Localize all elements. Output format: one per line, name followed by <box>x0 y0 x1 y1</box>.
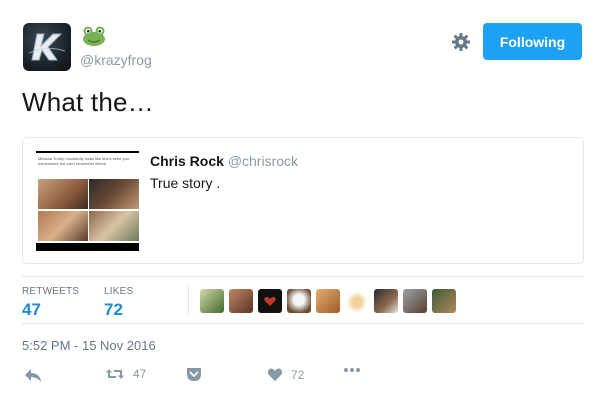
thumbnail-top-bar <box>36 151 139 153</box>
quoted-author[interactable]: Chris Rock @chrisrock <box>150 153 298 169</box>
author-handle[interactable]: @krazyfrog <box>80 52 152 68</box>
liker-avatar[interactable] <box>345 289 369 313</box>
author-avatar[interactable] <box>23 23 71 71</box>
reply-button[interactable] <box>24 367 42 383</box>
likes-label: LIKES <box>104 286 134 297</box>
liker-avatar[interactable] <box>403 289 427 313</box>
liker-avatar[interactable] <box>316 289 340 313</box>
quoted-tweet-thumbnail[interactable]: Melania Trump constantly looks like she'… <box>36 151 139 251</box>
thumbnail-caption: Melania Trump constantly looks like she'… <box>38 156 129 166</box>
quoted-author-handle: @chrisrock <box>227 153 299 169</box>
like-count: 72 <box>291 367 305 382</box>
gear-icon[interactable] <box>451 32 471 57</box>
retweet-button[interactable]: 47 <box>105 367 146 381</box>
more-button[interactable] <box>343 367 361 373</box>
thumbnail-photo <box>38 211 88 241</box>
stats-divider <box>188 285 189 315</box>
likes-count: 72 <box>104 300 123 319</box>
retweet-icon <box>106 369 124 379</box>
likes-stat[interactable]: LIKES 72 <box>104 286 133 320</box>
retweets-label: RETWEETS <box>22 286 80 297</box>
reply-icon <box>25 369 41 382</box>
tweet-timestamp[interactable]: 5:52 PM - 15 Nov 2016 <box>22 338 156 353</box>
liker-avatar[interactable] <box>432 289 456 313</box>
pocket-icon <box>187 368 201 381</box>
krazyfrog-k-logo-icon <box>28 33 66 61</box>
quoted-author-name: Chris Rock <box>150 153 224 169</box>
retweets-count: 47 <box>22 300 41 319</box>
quoted-tweet-text: True story . <box>150 175 221 191</box>
thumbnail-photo <box>89 211 139 241</box>
thumbnail-photo <box>89 179 139 209</box>
retweets-stat[interactable]: RETWEETS 47 <box>22 286 79 320</box>
liker-avatar[interactable] <box>374 289 398 313</box>
tweet-actions: 47 72 <box>22 367 582 389</box>
pocket-button[interactable] <box>186 367 202 382</box>
thumbnail-photo <box>38 179 88 209</box>
liker-avatar[interactable] <box>258 289 282 313</box>
like-button[interactable]: 72 <box>267 367 304 382</box>
tweet-stats: RETWEETS 47 LIKES 72 <box>22 276 584 324</box>
liker-avatar[interactable] <box>200 289 224 313</box>
more-icon <box>344 368 360 372</box>
following-button[interactable]: Following <box>483 23 582 60</box>
frog-emoji-icon <box>82 26 106 51</box>
quoted-tweet-card[interactable]: Melania Trump constantly looks like she'… <box>22 137 584 264</box>
liker-avatar[interactable] <box>287 289 311 313</box>
tweet-text: What the… <box>22 87 154 117</box>
thumbnail-bottom-bar <box>36 243 139 251</box>
liker-avatar[interactable] <box>229 289 253 313</box>
heart-icon <box>267 368 283 381</box>
retweet-count: 47 <box>133 367 147 381</box>
